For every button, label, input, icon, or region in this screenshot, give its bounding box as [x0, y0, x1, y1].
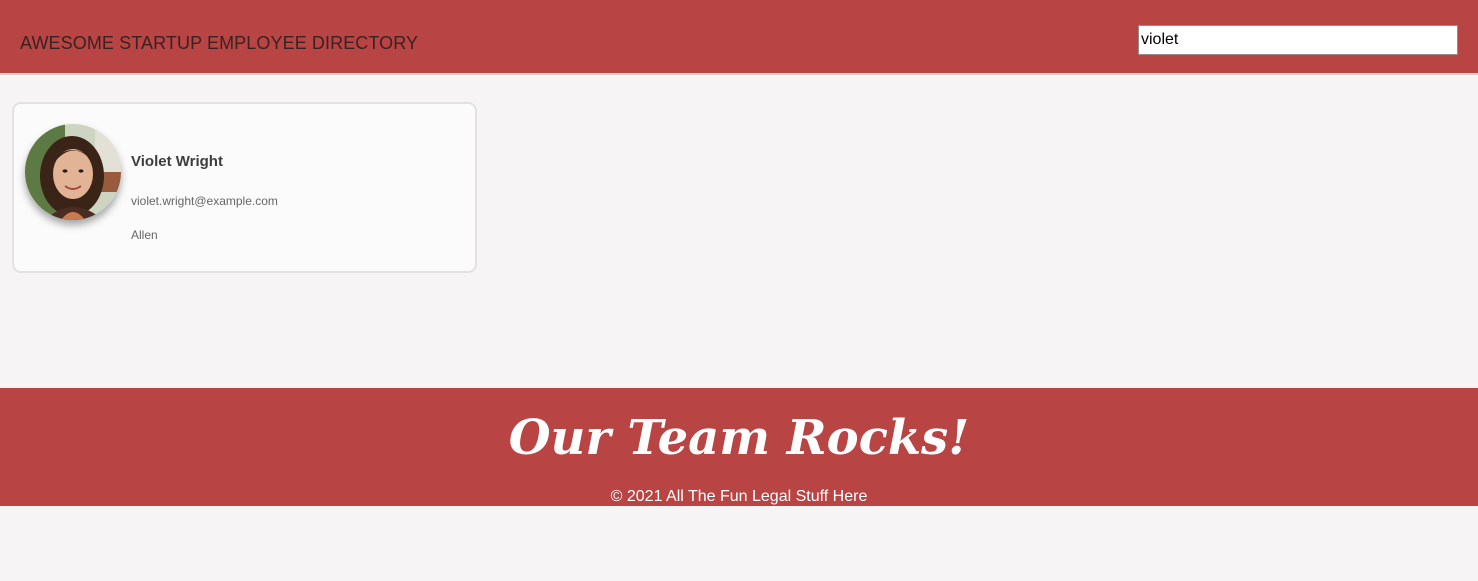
employee-card[interactable]: Violet Wright violet.wright@example.com …	[12, 102, 477, 273]
employee-location: Allen	[131, 228, 158, 242]
app-header: AWESOME STARTUP EMPLOYEE DIRECTORY	[0, 0, 1478, 75]
footer-legal-text: © 2021 All The Fun Legal Stuff Here	[610, 488, 868, 505]
page-title: AWESOME STARTUP EMPLOYEE DIRECTORY	[20, 33, 419, 53]
avatar-photo-icon	[25, 124, 121, 220]
app-footer: Our Team Rocks! © 2021 All The Fun Legal…	[0, 388, 1478, 506]
search-input[interactable]	[1138, 25, 1458, 55]
employee-name: Violet Wright	[131, 153, 223, 170]
footer-slogan: Our Team Rocks!	[508, 410, 970, 466]
employee-email: violet.wright@example.com	[131, 194, 278, 208]
employee-avatar	[25, 124, 121, 220]
